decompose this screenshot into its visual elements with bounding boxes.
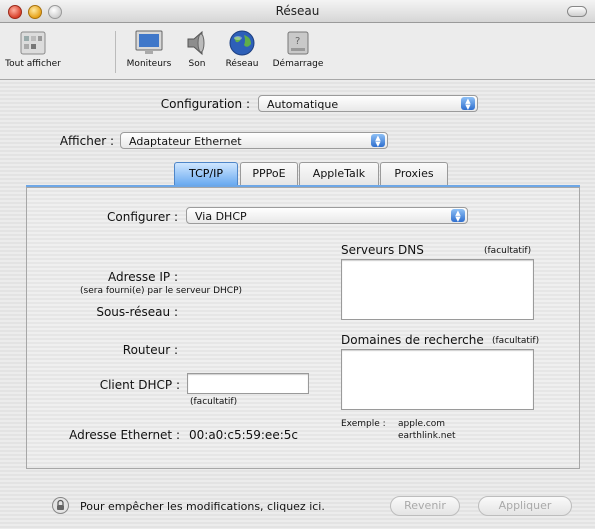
example-domain-2: earthlink.net [398, 431, 456, 441]
svg-text:?: ? [295, 36, 300, 47]
configuration-popup[interactable]: Automatique ▲ ▼ [258, 95, 478, 112]
configuration-label: Configuration : [160, 97, 250, 111]
dns-servers-field[interactable] [341, 259, 534, 320]
dhcp-client-value [188, 377, 191, 390]
tab-pppoe[interactable]: PPPoE [240, 162, 298, 186]
monitor-icon [134, 29, 164, 57]
dhcp-client-input[interactable] [187, 373, 309, 394]
configure-label: Configurer : [107, 210, 178, 224]
dhcp-client-label: Client DHCP : [99, 378, 180, 392]
dhcp-client-optional: (facultatif) [190, 397, 238, 407]
lock-text: Pour empêcher les modifications, cliquez… [80, 500, 325, 513]
toolbar-label: Tout afficher [5, 59, 61, 69]
tab-tcpip[interactable]: TCP/IP [174, 162, 238, 186]
ip-address-label: Adresse IP : [107, 270, 178, 284]
tab-proxies[interactable]: Proxies [380, 162, 448, 186]
toolbar-sound[interactable]: Son [182, 29, 212, 69]
show-label: Afficher : [59, 134, 114, 148]
toolbar-label: Moniteurs [126, 59, 172, 69]
search-domains-label: Domaines de recherche [341, 333, 484, 347]
window-title: Réseau [275, 4, 320, 18]
router-label: Routeur : [122, 343, 178, 357]
lock-icon [52, 497, 69, 514]
tcpip-panel [26, 187, 580, 469]
toolbar-network[interactable]: Réseau [222, 29, 262, 69]
show-value: Adaptateur Ethernet [129, 135, 242, 148]
speaker-icon [182, 29, 212, 57]
revert-button[interactable]: Revenir [390, 496, 460, 516]
example-domain-1: apple.com [398, 419, 446, 429]
popup-arrows-icon: ▲ ▼ [451, 209, 465, 223]
popup-arrows-icon: ▲ ▼ [461, 97, 475, 111]
search-domains-optional: (facultatif) [492, 336, 540, 346]
startup-disk-icon: ? [283, 29, 313, 57]
toolbar-monitors[interactable]: Moniteurs [124, 29, 174, 69]
ethernet-address-value: 00:a0:c5:59:ee:5c [189, 428, 298, 442]
dns-servers-optional: (facultatif) [484, 246, 532, 256]
lock-button[interactable] [52, 497, 69, 514]
popup-arrows-icon: ▲ ▼ [371, 134, 385, 148]
toolbar-show-all[interactable]: Tout afficher [4, 29, 62, 69]
toolbar-startup[interactable]: ? Démarrage [270, 29, 326, 69]
show-popup[interactable]: Adaptateur Ethernet ▲ ▼ [120, 132, 388, 149]
toolbar: Tout afficher Moniteurs Son Réseau ? Dém… [0, 23, 595, 80]
toolbar-separator [115, 31, 116, 73]
title-bar: Réseau [0, 0, 595, 23]
subnet-label: Sous-réseau : [96, 305, 178, 319]
configure-popup[interactable]: Via DHCP ▲ ▼ [186, 207, 468, 224]
network-preferences-window: Réseau Tout afficher Moniteurs Son Résea… [0, 0, 595, 529]
globe-icon [227, 29, 257, 57]
ethernet-address-label: Adresse Ethernet : [69, 428, 180, 442]
show-all-icon [18, 29, 48, 57]
apply-button[interactable]: Appliquer [478, 496, 572, 516]
configuration-value: Automatique [267, 98, 339, 111]
search-domains-field[interactable] [341, 349, 534, 410]
example-label: Exemple : [341, 419, 386, 429]
toolbar-toggle-button[interactable] [567, 6, 587, 17]
toolbar-label: Son [188, 59, 206, 69]
tab-appletalk[interactable]: AppleTalk [299, 162, 379, 186]
dns-servers-label: Serveurs DNS [341, 243, 424, 257]
toolbar-label: Réseau [225, 59, 259, 69]
toolbar-label: Démarrage [272, 59, 324, 69]
ip-address-note: (sera fourni(e) par le serveur DHCP) [80, 286, 243, 296]
configure-value: Via DHCP [195, 210, 247, 223]
